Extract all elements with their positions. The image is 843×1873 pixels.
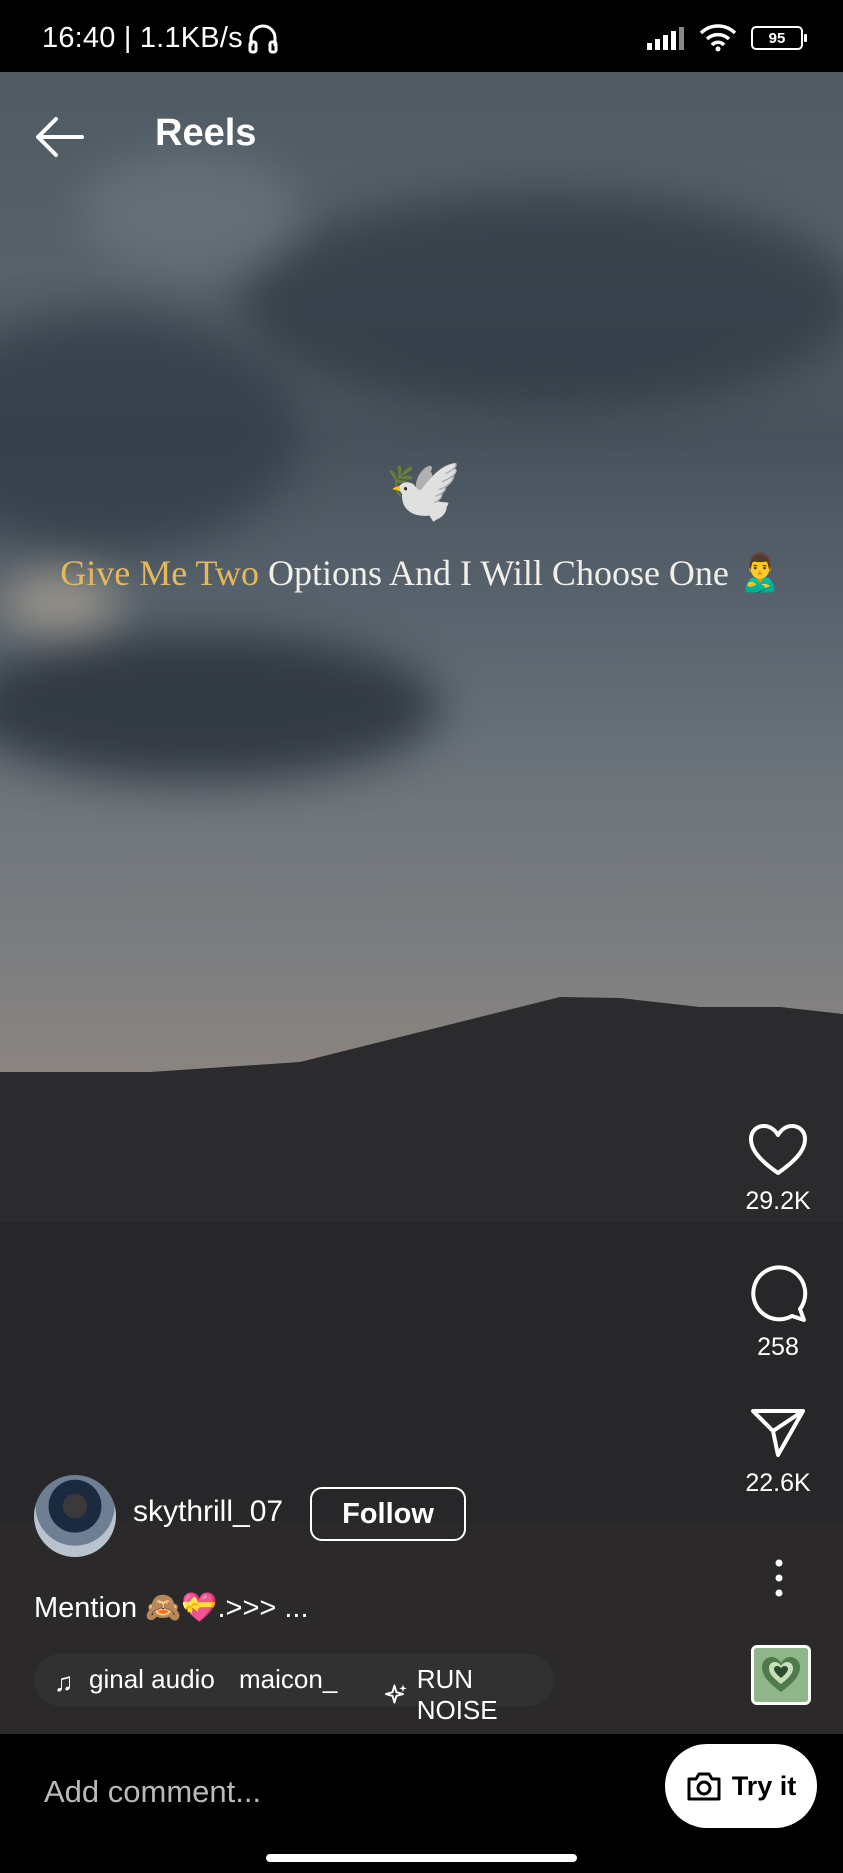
reels-header: Reels (0, 72, 843, 192)
share-count: 22.6K (745, 1469, 811, 1497)
send-icon[interactable] (750, 1407, 806, 1459)
battery-indicator: 95 (751, 26, 807, 50)
status-time-speed: 16:40 | 1.1KB/s (42, 22, 243, 54)
avatar[interactable] (34, 1475, 116, 1557)
sparkle-icon (384, 1684, 407, 1704)
username[interactable]: skythrill_07 (133, 1495, 283, 1529)
try-it-label: Try it (731, 1770, 797, 1801)
home-indicator[interactable] (266, 1854, 577, 1862)
audio-chip[interactable]: ginal audio (89, 1664, 215, 1695)
audio-art-icon (754, 1648, 808, 1702)
share-action[interactable]: 22.6K (713, 1407, 843, 1498)
more-options-icon[interactable] (772, 1558, 786, 1598)
effect-chip[interactable]: RUN NOISE (384, 1664, 554, 1726)
battery-level: 95 (768, 29, 786, 47)
like-action[interactable]: 29.2K (713, 1123, 843, 1216)
overlay-text-white: Options And I Will Choose One (259, 553, 729, 593)
follow-button[interactable]: Follow (310, 1487, 466, 1541)
reel-caption[interactable]: Mention 🙈💝.>>> ... (34, 1591, 309, 1625)
status-time: 16:40 | 1.1KB/s (42, 22, 279, 55)
try-it-button[interactable]: Try it (665, 1744, 817, 1828)
back-arrow-icon[interactable] (30, 112, 90, 162)
overlay-text-gold: Give Me Two (60, 553, 260, 593)
comment-count: 258 (757, 1333, 799, 1361)
effect-chip-label: RUN NOISE (416, 1664, 498, 1725)
audio-user-chip[interactable]: maicon_ (239, 1664, 337, 1695)
page-title: Reels (155, 112, 257, 154)
overlay-emoji: 🙎‍♂️ (737, 553, 783, 593)
like-count: 29.2K (745, 1187, 811, 1215)
comment-action[interactable]: 258 (713, 1263, 843, 1362)
music-note-icon: ♫ (54, 1667, 74, 1697)
heart-icon[interactable] (748, 1123, 808, 1177)
comment-bubble-icon[interactable] (748, 1263, 808, 1323)
add-comment-input[interactable]: Add comment... (44, 1774, 261, 1810)
comment-bar: Add comment... Try it (0, 1734, 843, 1873)
signal-icon (647, 27, 684, 50)
dove-emoji: 🕊️ (385, 456, 463, 525)
audio-effect-chips: ♫ ginal audio maicon_ RUN NOISE (34, 1654, 554, 1725)
headphones-icon (248, 24, 278, 53)
wifi-icon (699, 24, 737, 52)
status-indicators: 95 (645, 24, 807, 52)
camera-icon (687, 1772, 721, 1801)
audio-thumbnail[interactable] (751, 1645, 811, 1705)
video-overlay-text: Give Me Two Options And I Will Choose On… (0, 552, 843, 594)
status-bar: 16:40 | 1.1KB/s 95 (0, 0, 843, 72)
